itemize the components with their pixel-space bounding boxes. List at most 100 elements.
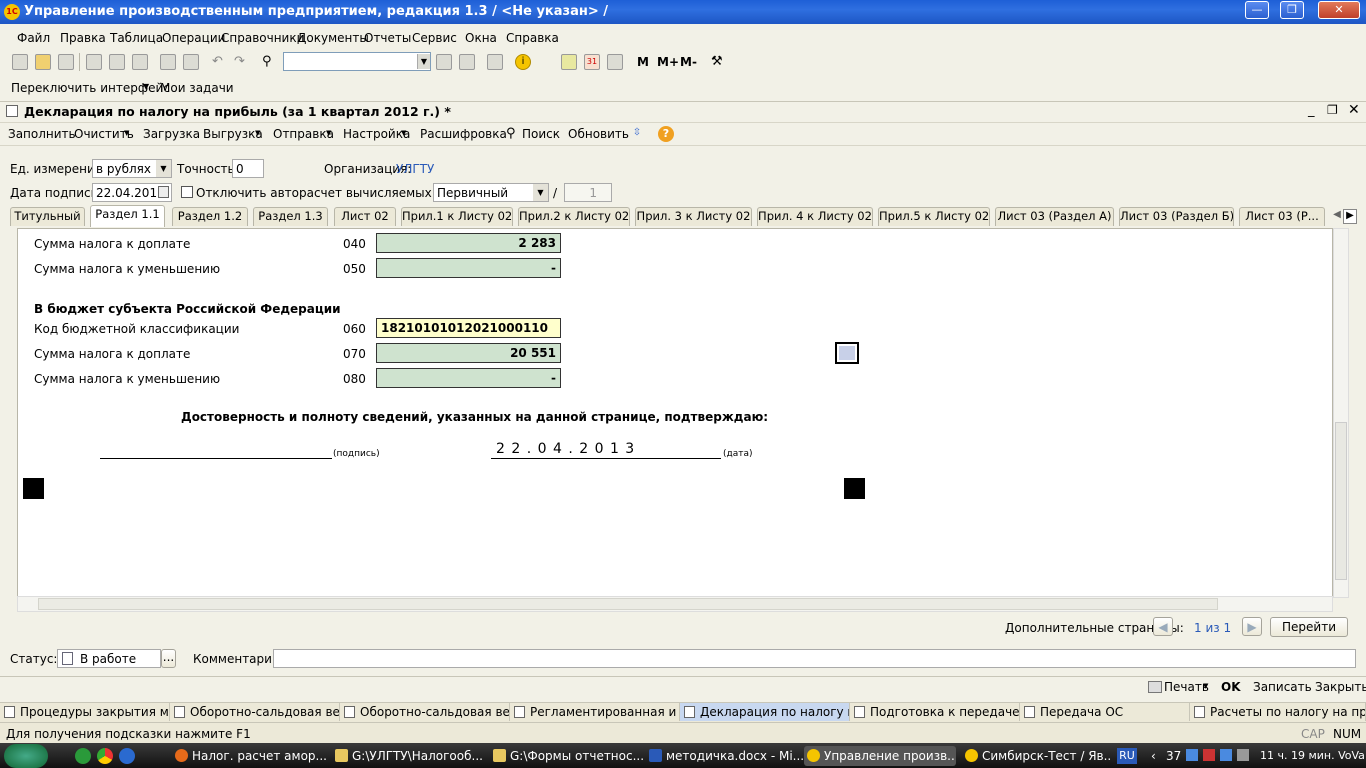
import-button[interactable]: Загрузка: [143, 127, 200, 141]
save-button[interactable]: Записать: [1253, 680, 1312, 694]
chevron-down-icon[interactable]: ▼: [533, 184, 548, 201]
menu-operations[interactable]: Операции: [162, 31, 225, 45]
precision-spinner[interactable]: 0: [232, 159, 264, 178]
start-button[interactable]: [4, 744, 48, 768]
skype-icon[interactable]: [119, 748, 135, 764]
tax-payable-field[interactable]: 2 283: [376, 233, 561, 253]
tab-section-1-1[interactable]: Раздел 1.1: [90, 205, 165, 227]
network-icon[interactable]: [1186, 749, 1198, 761]
chevron-down-icon[interactable]: ▼: [156, 160, 171, 177]
tab-app3[interactable]: Прил. 3 к Листу 02: [635, 207, 752, 226]
redo-icon[interactable]: ↷: [234, 54, 250, 70]
display-icon[interactable]: [1220, 749, 1232, 761]
maximize-button[interactable]: ❐: [1280, 1, 1304, 19]
find-prev-icon[interactable]: [459, 54, 475, 70]
next-page-button[interactable]: ▶: [1242, 617, 1262, 636]
utorrent-icon[interactable]: [75, 748, 91, 764]
window-tab[interactable]: Оборотно-сальдовая ведо...: [340, 703, 510, 721]
regional-tax-payable-field[interactable]: 20 551: [376, 343, 561, 363]
menu-reports[interactable]: Отчеты: [364, 31, 411, 45]
tab-section-1-2[interactable]: Раздел 1.2: [172, 207, 248, 226]
save-icon[interactable]: [58, 54, 74, 70]
taskbar-1c[interactable]: Управление произв...: [804, 746, 956, 766]
doc-minimize-button[interactable]: _: [1308, 103, 1315, 118]
undo-icon[interactable]: ↶: [212, 54, 228, 70]
doc-restore-button[interactable]: ❐: [1327, 103, 1338, 117]
menu-windows[interactable]: Окна: [465, 31, 497, 45]
windows-icon[interactable]: [487, 54, 503, 70]
tools-icon[interactable]: ⚒: [711, 54, 727, 70]
search-icon[interactable]: ⚲: [262, 54, 278, 70]
export-button[interactable]: Выгрузка: [203, 127, 263, 141]
menu-help[interactable]: Справка: [506, 31, 559, 45]
scrollbar-thumb[interactable]: [1335, 422, 1347, 580]
menu-file[interactable]: Файл: [17, 31, 50, 45]
calendar-icon[interactable]: 31: [584, 54, 600, 70]
help-icon[interactable]: ?: [658, 126, 674, 142]
tab-app5[interactable]: Прил.5 к Листу 02: [878, 207, 990, 226]
tab-app2[interactable]: Прил.2 к Листу 02: [518, 207, 630, 226]
paste-icon[interactable]: [132, 54, 148, 70]
menu-documents[interactable]: Документы: [297, 31, 369, 45]
send-button[interactable]: Отправка: [273, 127, 334, 141]
find-next-icon[interactable]: [436, 54, 452, 70]
users-icon[interactable]: [607, 54, 623, 70]
window-tab[interactable]: Регламентированная и фи...: [510, 703, 680, 721]
scrollbar-thumb[interactable]: [38, 598, 1218, 610]
window-tab[interactable]: Подготовка к передаче ОС: [850, 703, 1020, 721]
open-icon[interactable]: [35, 54, 51, 70]
antivirus-icon[interactable]: [1203, 749, 1215, 761]
memory-minus-button[interactable]: M-: [680, 55, 697, 69]
window-tab[interactable]: Процедуры закрытия меся...: [0, 703, 170, 721]
menu-service[interactable]: Сервис: [412, 31, 457, 45]
window-tab[interactable]: Оборотно-сальдовая ведо...: [170, 703, 340, 721]
tab-title[interactable]: Титульный: [10, 207, 85, 226]
kind-select[interactable]: Первичный: [433, 183, 549, 202]
search-input[interactable]: [283, 52, 431, 71]
new-icon[interactable]: [12, 54, 28, 70]
print-preview-icon[interactable]: [183, 54, 199, 70]
menu-catalogs[interactable]: Справочники: [221, 31, 304, 45]
cut-icon[interactable]: [86, 54, 102, 70]
language-indicator[interactable]: RU: [1117, 748, 1137, 764]
window-tab-active[interactable]: Декларация по налогу на ...: [680, 703, 850, 721]
window-tab[interactable]: Расчеты по налогу на приб...: [1190, 703, 1366, 721]
window-tab[interactable]: Передача ОС: [1020, 703, 1190, 721]
print-icon[interactable]: [160, 54, 176, 70]
tab-scroll-right-icon[interactable]: ▶: [1343, 209, 1357, 224]
tab-sheet03-a[interactable]: Лист 03 (Раздел А): [995, 207, 1114, 226]
search-dropdown-icon[interactable]: ▼: [417, 54, 430, 69]
minimize-button[interactable]: —: [1245, 1, 1269, 19]
tab-app1[interactable]: Прил.1 к Листу 02: [401, 207, 513, 226]
find-button[interactable]: Поиск: [522, 127, 560, 141]
vertical-scrollbar[interactable]: [1333, 228, 1349, 598]
tab-sheet-02[interactable]: Лист 02: [334, 207, 396, 226]
info-icon[interactable]: i: [515, 54, 531, 70]
taskbar-folder[interactable]: G:\УЛГТУ\Налогооб...: [332, 746, 490, 766]
taskbar-folder[interactable]: G:\Формы отчетнос...: [490, 746, 646, 766]
taskbar-browser[interactable]: Симбирск-Тест / Яв...: [962, 746, 1112, 766]
tray-expand-icon[interactable]: ‹: [1151, 749, 1156, 763]
calculator-icon[interactable]: [561, 54, 577, 70]
memory-m-button[interactable]: M: [637, 55, 649, 69]
doc-close-button[interactable]: ✕: [1348, 102, 1360, 118]
tab-scroll-left-icon[interactable]: ◀: [1331, 209, 1343, 224]
tab-sheet03-b[interactable]: Лист 03 (Раздел Б): [1119, 207, 1234, 226]
status-select-button[interactable]: ...: [161, 649, 176, 668]
prev-page-button[interactable]: ◀: [1153, 617, 1173, 636]
menu-edit[interactable]: Правка: [60, 31, 106, 45]
decode-button[interactable]: Расшифровка: [420, 127, 507, 141]
copy-icon[interactable]: [109, 54, 125, 70]
menu-table[interactable]: Таблица: [110, 31, 163, 45]
org-link[interactable]: УЛГТУ: [396, 162, 434, 176]
autocalc-checkbox[interactable]: [181, 186, 193, 198]
my-tasks-button[interactable]: Мои задачи: [160, 81, 234, 95]
refresh-button[interactable]: Обновить: [568, 127, 629, 141]
horizontal-scrollbar-track[interactable]: [17, 596, 1333, 612]
tab-app4[interactable]: Прил. 4 к Листу 02: [757, 207, 873, 226]
close-button[interactable]: ✕: [1318, 1, 1360, 19]
correction-number[interactable]: 1: [564, 183, 612, 202]
tab-sheet03-more[interactable]: Лист 03 (Р...: [1239, 207, 1325, 226]
memory-plus-button[interactable]: M+: [657, 55, 679, 69]
chrome-icon[interactable]: [97, 748, 113, 764]
